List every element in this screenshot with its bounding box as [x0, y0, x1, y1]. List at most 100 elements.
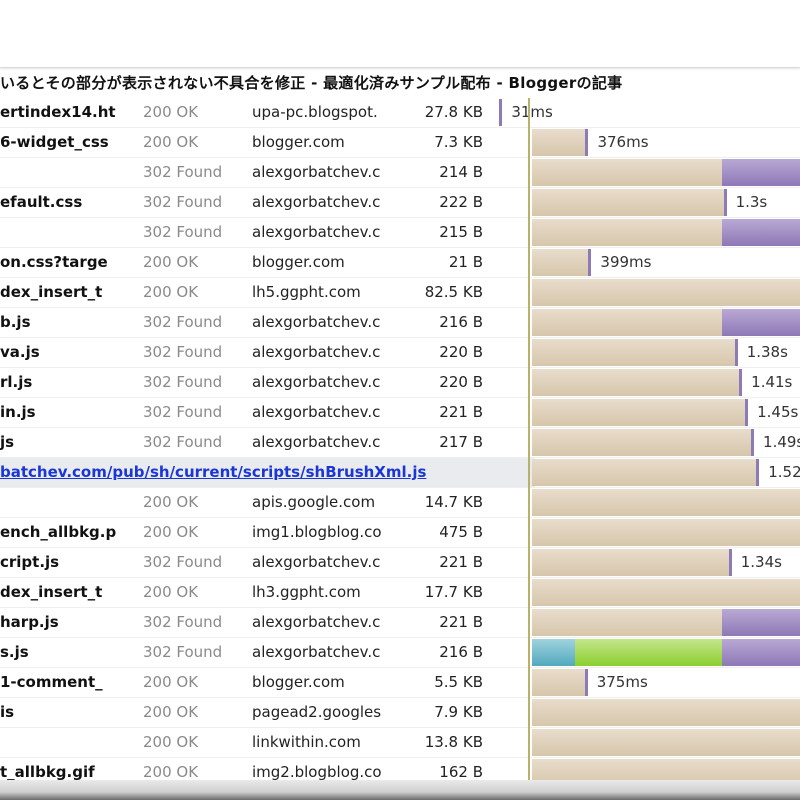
timeline-bar-conn	[575, 639, 723, 666]
request-url: dex_insert_t	[0, 583, 103, 601]
request-url: in.js	[0, 403, 36, 421]
request-url: ench_allbkg.p	[0, 523, 117, 541]
timeline-bar-wait	[532, 489, 800, 516]
request-status: 302 Found	[143, 163, 223, 181]
request-row[interactable]: s.js 302 Found alexgorbatchev.c 216 B	[0, 638, 800, 668]
request-domain: blogger.com	[252, 253, 345, 271]
request-status: 302 Found	[143, 343, 223, 361]
request-row[interactable]: 1-comment_ 200 OK blogger.com 5.5 KB 375ms	[0, 668, 800, 698]
timeline-bar-wait	[532, 729, 800, 756]
request-url: dex_insert_t	[0, 283, 103, 301]
request-status: 200 OK	[143, 133, 199, 151]
request-domain: lh5.ggpht.com	[252, 283, 361, 301]
request-row[interactable]: 6-widget_css 200 OK blogger.com 7.3 KB 376ms	[0, 128, 800, 158]
request-status: 200 OK	[143, 103, 199, 121]
request-domain: blogger.com	[252, 673, 345, 691]
request-size: 216 B	[439, 313, 483, 331]
net-request-list: ertindex14.ht 200 OK upa-pc.blogspot. 27.8 …	[0, 98, 800, 788]
timeline-duration-label: 399ms	[600, 253, 652, 271]
request-row[interactable]: cript.js 302 Found alexgorbatchev.c 221 B 1.…	[0, 548, 800, 578]
request-domain: alexgorbatchev.c	[252, 553, 381, 571]
request-size: 215 B	[439, 223, 483, 241]
timeline-bar-wait	[532, 549, 729, 576]
horizontal-scrollbar[interactable]	[0, 780, 800, 800]
request-row[interactable]: ertindex14.ht 200 OK upa-pc.blogspot. 27.8 …	[0, 98, 800, 128]
request-size: 7.3 KB	[434, 133, 483, 151]
timeline-bar-wait	[532, 369, 740, 396]
request-row[interactable]: dex_insert_t 200 OK lh5.ggpht.com 82.5 KB	[0, 278, 800, 308]
timeline-duration-label: 1.52s	[768, 463, 800, 481]
timeline-bar-recv	[722, 159, 800, 186]
request-status: 200 OK	[143, 733, 199, 751]
page-title: いるとその部分が表示されない不具合を修正 - 最適化済みサンプル配布 - Blo…	[0, 74, 623, 92]
request-url: is	[0, 703, 15, 721]
request-row[interactable]: va.js 302 Found alexgorbatchev.c 220 B 1.38s	[0, 338, 800, 368]
timeline-bar-wait	[532, 459, 757, 486]
request-row[interactable]: harp.js 302 Found alexgorbatchev.c 221 B	[0, 608, 800, 638]
request-row[interactable]: ench_allbkg.p 200 OK img1.blogblog.co 475 B	[0, 518, 800, 548]
request-row[interactable]: is 200 OK pagead2.googles 7.9 KB	[0, 698, 800, 728]
request-status: 200 OK	[143, 493, 199, 511]
request-row[interactable]: efault.css 302 Found alexgorbatchev.c 222 B…	[0, 188, 800, 218]
browser-top-area	[0, 0, 800, 68]
request-domain: alexgorbatchev.c	[252, 223, 381, 241]
request-size: 216 B	[439, 643, 483, 661]
request-row[interactable]: on.css?targe 200 OK blogger.com 21 B 399ms	[0, 248, 800, 278]
request-row[interactable]: dex_insert_t 200 OK lh3.ggpht.com 17.7 KB	[0, 578, 800, 608]
request-row[interactable]: 302 Found alexgorbatchev.c 215 B	[0, 218, 800, 248]
timeline-duration-label: 1.38s	[746, 343, 788, 361]
request-row[interactable]: rl.js 302 Found alexgorbatchev.c 220 B 1.41s	[0, 368, 800, 398]
timeline-duration-label: 375ms	[596, 673, 648, 691]
request-size: 220 B	[439, 343, 483, 361]
request-status: 302 Found	[143, 313, 223, 331]
request-size: 475 B	[439, 523, 483, 541]
timeline-receive-tick	[585, 129, 589, 156]
timeline-bar-recv	[722, 219, 800, 246]
request-domain: alexgorbatchev.c	[252, 163, 381, 181]
request-row[interactable]: batchev.com/pub/sh/current/scripts/shBru…	[0, 458, 800, 488]
timeline-duration-label: 1.3s	[735, 193, 768, 211]
request-url: efault.css	[0, 193, 83, 211]
request-status: 200 OK	[143, 283, 199, 301]
request-url: 6-widget_css	[0, 133, 109, 151]
request-domain: linkwithin.com	[252, 733, 361, 751]
request-size: 214 B	[439, 163, 483, 181]
timeline-bar-wait	[532, 129, 586, 156]
timeline-receive-tick	[751, 429, 755, 456]
timeline-bar-wait	[532, 339, 735, 366]
request-row[interactable]: js 302 Found alexgorbatchev.c 217 B 1.49s	[0, 428, 800, 458]
timeline-receive-tick	[728, 549, 732, 576]
request-row[interactable]: b.js 302 Found alexgorbatchev.c 216 B	[0, 308, 800, 338]
request-size: 220 B	[439, 373, 483, 391]
request-size: 27.8 KB	[424, 103, 483, 121]
request-status: 302 Found	[143, 553, 223, 571]
request-row[interactable]: 200 OK apis.google.com 14.7 KB	[0, 488, 800, 518]
request-domain: alexgorbatchev.c	[252, 373, 381, 391]
request-url-link[interactable]: batchev.com/pub/sh/current/scripts/shBru…	[0, 458, 530, 487]
request-status: 302 Found	[143, 433, 223, 451]
request-size: 21 B	[448, 253, 483, 271]
request-domain: alexgorbatchev.c	[252, 643, 381, 661]
request-row[interactable]: 200 OK linkwithin.com 13.8 KB	[0, 728, 800, 758]
request-status: 200 OK	[143, 253, 199, 271]
timeline-receive-tick	[756, 459, 760, 486]
request-status: 200 OK	[143, 523, 199, 541]
request-url: rl.js	[0, 373, 33, 391]
timeline-bar-dns	[532, 639, 576, 666]
request-size: 221 B	[439, 553, 483, 571]
request-url: ertindex14.ht	[0, 103, 116, 121]
request-row[interactable]: 302 Found alexgorbatchev.c 214 B	[0, 158, 800, 188]
request-url: cript.js	[0, 553, 60, 571]
timeline-bar-wait	[532, 249, 589, 276]
request-row[interactable]: in.js 302 Found alexgorbatchev.c 221 B 1.45s	[0, 398, 800, 428]
request-url: 1-comment_	[0, 673, 103, 691]
request-size: 221 B	[439, 403, 483, 421]
timeline-bar-wait	[532, 519, 800, 546]
timeline-receive-tick	[723, 189, 727, 216]
request-url: js	[0, 433, 15, 451]
request-size: 82.5 KB	[424, 283, 483, 301]
request-domain: alexgorbatchev.c	[252, 313, 381, 331]
request-domain: blogger.com	[252, 133, 345, 151]
request-size: 5.5 KB	[434, 673, 483, 691]
request-domain: alexgorbatchev.c	[252, 403, 381, 421]
